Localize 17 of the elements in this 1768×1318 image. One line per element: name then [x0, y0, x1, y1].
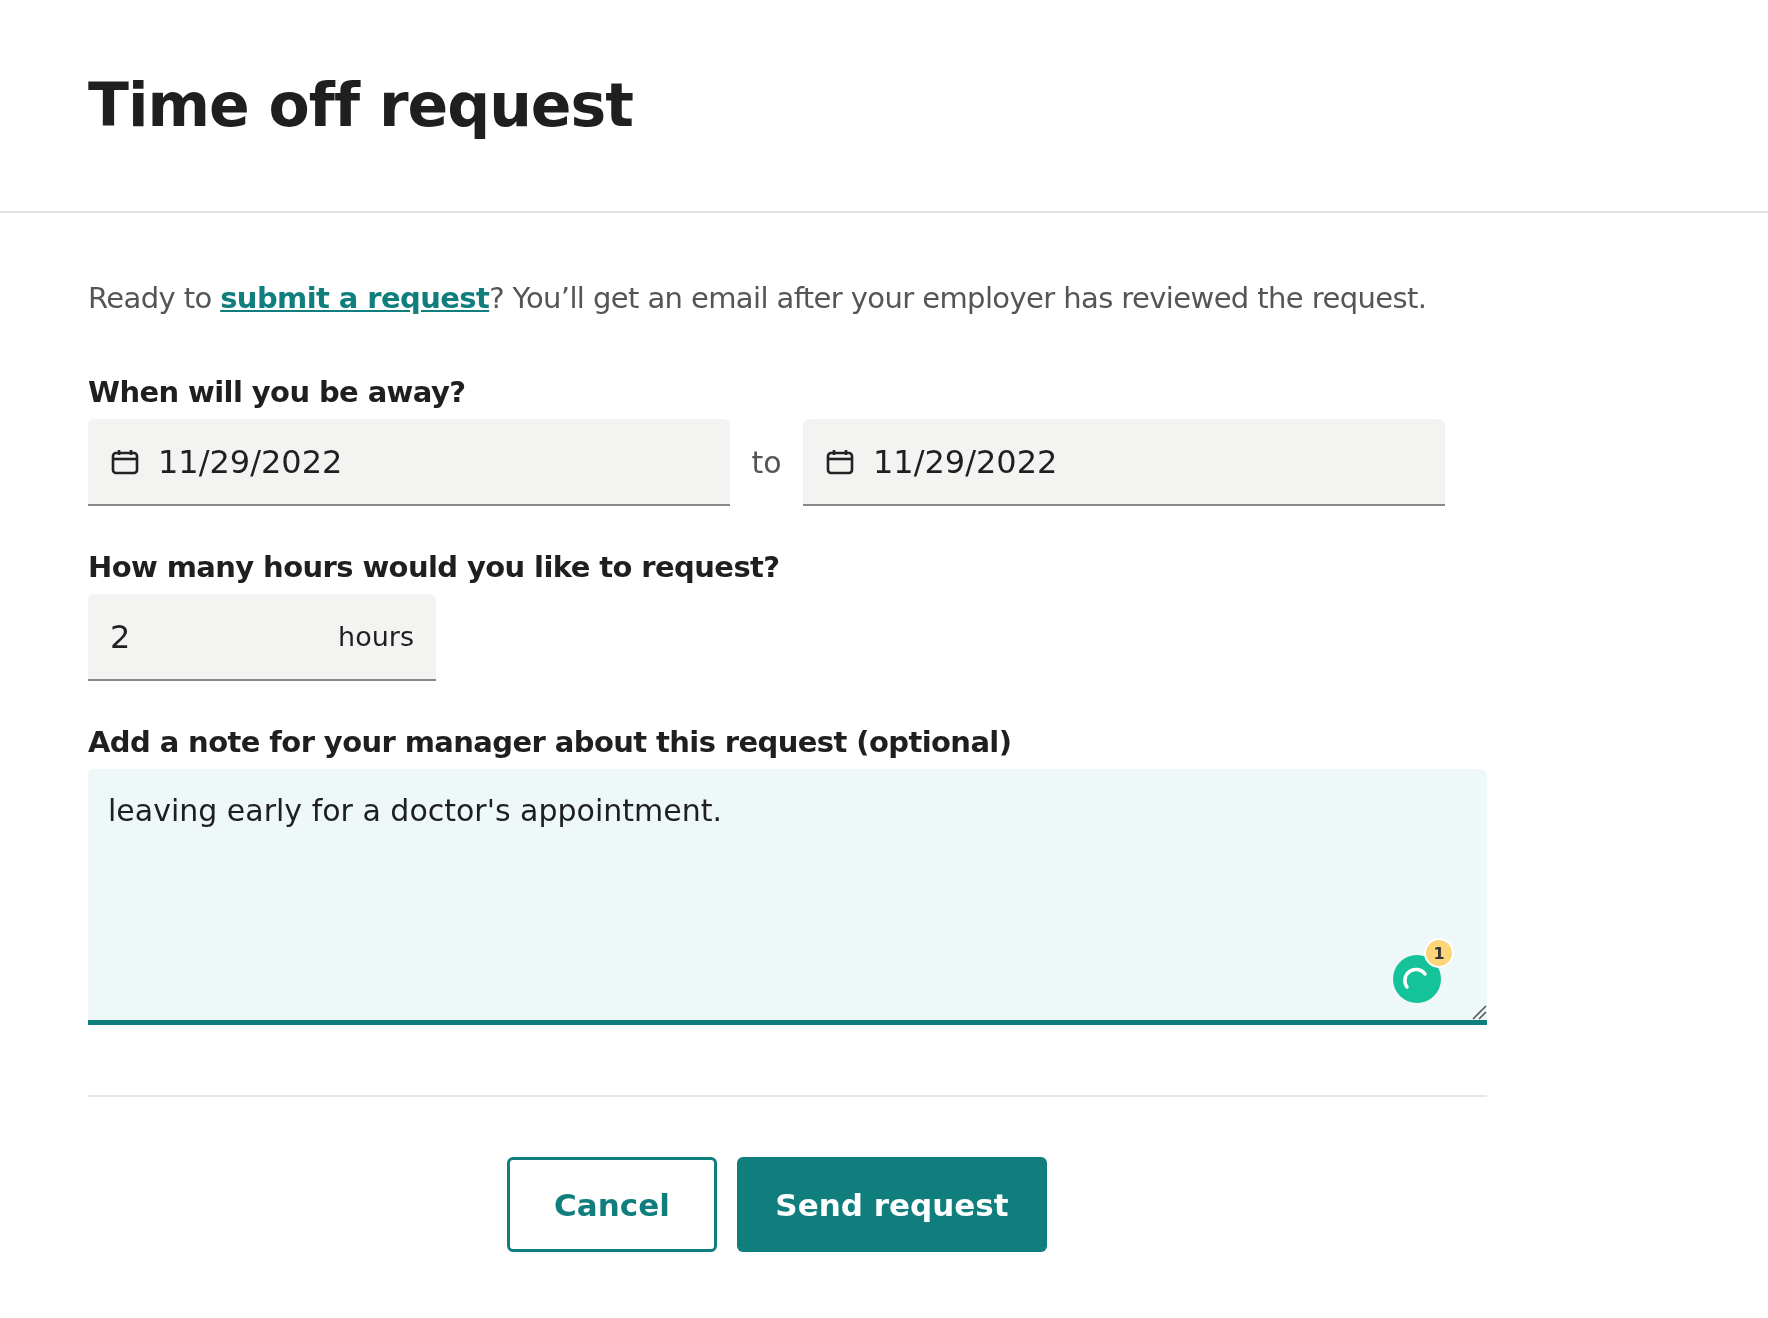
cancel-button[interactable]: Cancel [507, 1157, 717, 1252]
resize-handle-icon[interactable] [1471, 1004, 1487, 1020]
field-label: When will you be away? [88, 375, 467, 409]
notification-badge: 1 [1424, 938, 1454, 968]
note-textarea[interactable]: leaving early for a doctor's appointment. 1 [88, 769, 1487, 1025]
intro-text: Ready to submit a request? You’ll get an email after your employer has reviewed the request. [88, 281, 1428, 315]
field-label: Add a note for your manager about this request (optional) [88, 725, 1013, 759]
hours-field[interactable]: 2 hours [88, 594, 436, 681]
calendar-icon [110, 447, 140, 476]
field-label: How many hours would you like to request? [88, 550, 781, 584]
start-date-field[interactable]: 11/29/2022 [88, 419, 730, 506]
send-request-button[interactable]: Send request [737, 1157, 1047, 1252]
page-title: Time off request [88, 70, 634, 140]
to-text: to [750, 445, 783, 480]
calendar-icon [825, 447, 855, 476]
submit-request-link[interactable]: submit a request [220, 281, 490, 315]
end-date-field[interactable]: 11/29/2022 [803, 419, 1445, 506]
